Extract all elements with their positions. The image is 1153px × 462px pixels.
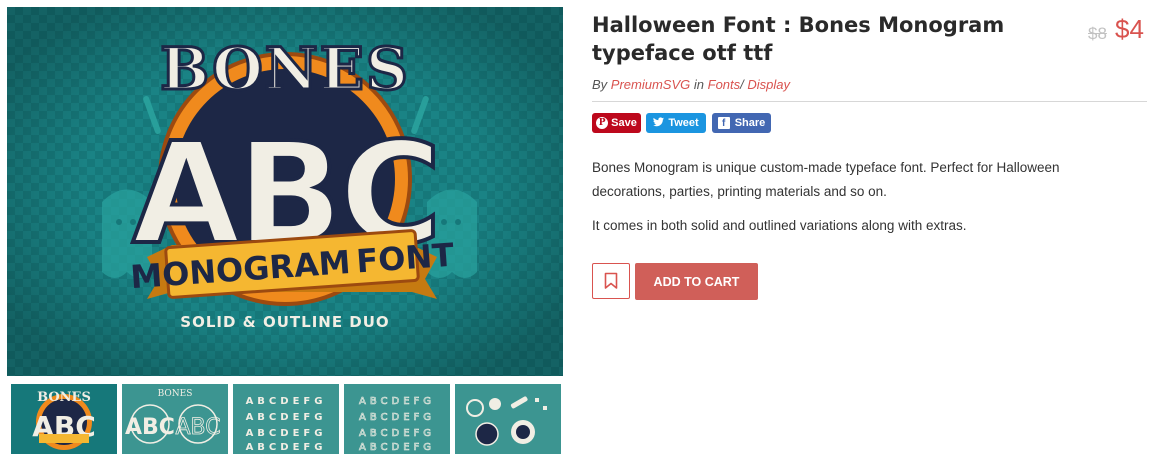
svg-text:BONES: BONES (158, 389, 193, 399)
hero-word-bones: BONES (160, 35, 410, 103)
product-main-image[interactable]: BONES ABC MONOGRAM FONT SOLID & OUTLINE D… (7, 7, 563, 376)
byline-in: in (693, 77, 705, 92)
bones-monogram-artwork: BONES ABC MONOGRAM FONT SOLID & OUTLINE D… (7, 7, 563, 376)
category-link[interactable]: Fonts (708, 77, 741, 92)
twitter-tweet-button[interactable]: Tweet (646, 113, 706, 133)
byline-separator: / (740, 77, 744, 92)
svg-text:ABCDEFG: ABCDEFG (246, 396, 327, 407)
product-description-1: Bones Monogram is unique custom-made typ… (592, 160, 1060, 199)
svg-text:ABC: ABC (125, 415, 175, 440)
svg-text:ABCDEFG: ABCDEFG (246, 428, 327, 439)
thumbnail-5[interactable] (455, 384, 561, 454)
add-to-cart-button[interactable]: ADD TO CART (635, 263, 758, 300)
svg-text:ABC: ABC (175, 415, 220, 440)
thumbnail-gallery: BONES ABC BONES ABC ABC ABCDEFG ABCDEFG … (7, 384, 563, 456)
divider (592, 101, 1147, 102)
byline-prefix: By (592, 77, 608, 92)
twitter-label: Tweet (668, 117, 699, 129)
svg-text:ABCDEFG: ABCDEFG (359, 412, 435, 423)
svg-text:BONES: BONES (37, 390, 91, 405)
thumbnail-1[interactable]: BONES ABC (11, 384, 117, 454)
svg-text:ABCDEFG: ABCDEFG (359, 396, 435, 407)
price-original: $8 (1088, 24, 1107, 43)
product-description-2: It comes in both solid and outlined vari… (592, 218, 967, 233)
product-byline: By PremiumSVG in Fonts/ Display (592, 77, 790, 92)
bookmark-icon (604, 272, 618, 289)
author-link[interactable]: PremiumSVG (611, 77, 690, 92)
wishlist-button[interactable] (592, 263, 630, 299)
svg-text:ABCDEFG: ABCDEFG (246, 442, 327, 453)
facebook-icon: f (717, 117, 730, 129)
pinterest-icon: P (596, 117, 609, 129)
thumbnail-4[interactable]: ABCDEFG ABCDEFG ABCDEFG ABCDEFG (344, 384, 450, 454)
svg-text:ABCDEFG: ABCDEFG (359, 428, 435, 439)
svg-text:ABCDEFG: ABCDEFG (359, 442, 435, 453)
twitter-bird-icon (653, 116, 665, 130)
pinterest-save-button[interactable]: P Save (592, 113, 641, 133)
subcategory-link[interactable]: Display (747, 77, 790, 92)
pinterest-label: Save (611, 117, 637, 129)
product-title: Halloween Font : Bones Monogram typeface… (592, 13, 1005, 65)
hero-subtitle: SOLID & OUTLINE DUO (180, 313, 389, 331)
thumbnail-2[interactable]: BONES ABC ABC (122, 384, 228, 454)
price-sale: $4 (1115, 14, 1144, 44)
facebook-label: Share (734, 117, 766, 129)
facebook-share-button[interactable]: f Share (712, 113, 771, 133)
svg-text:ABCDEFG: ABCDEFG (246, 412, 327, 423)
thumbnail-3[interactable]: ABCDEFG ABCDEFG ABCDEFG ABCDEFG (233, 384, 339, 454)
